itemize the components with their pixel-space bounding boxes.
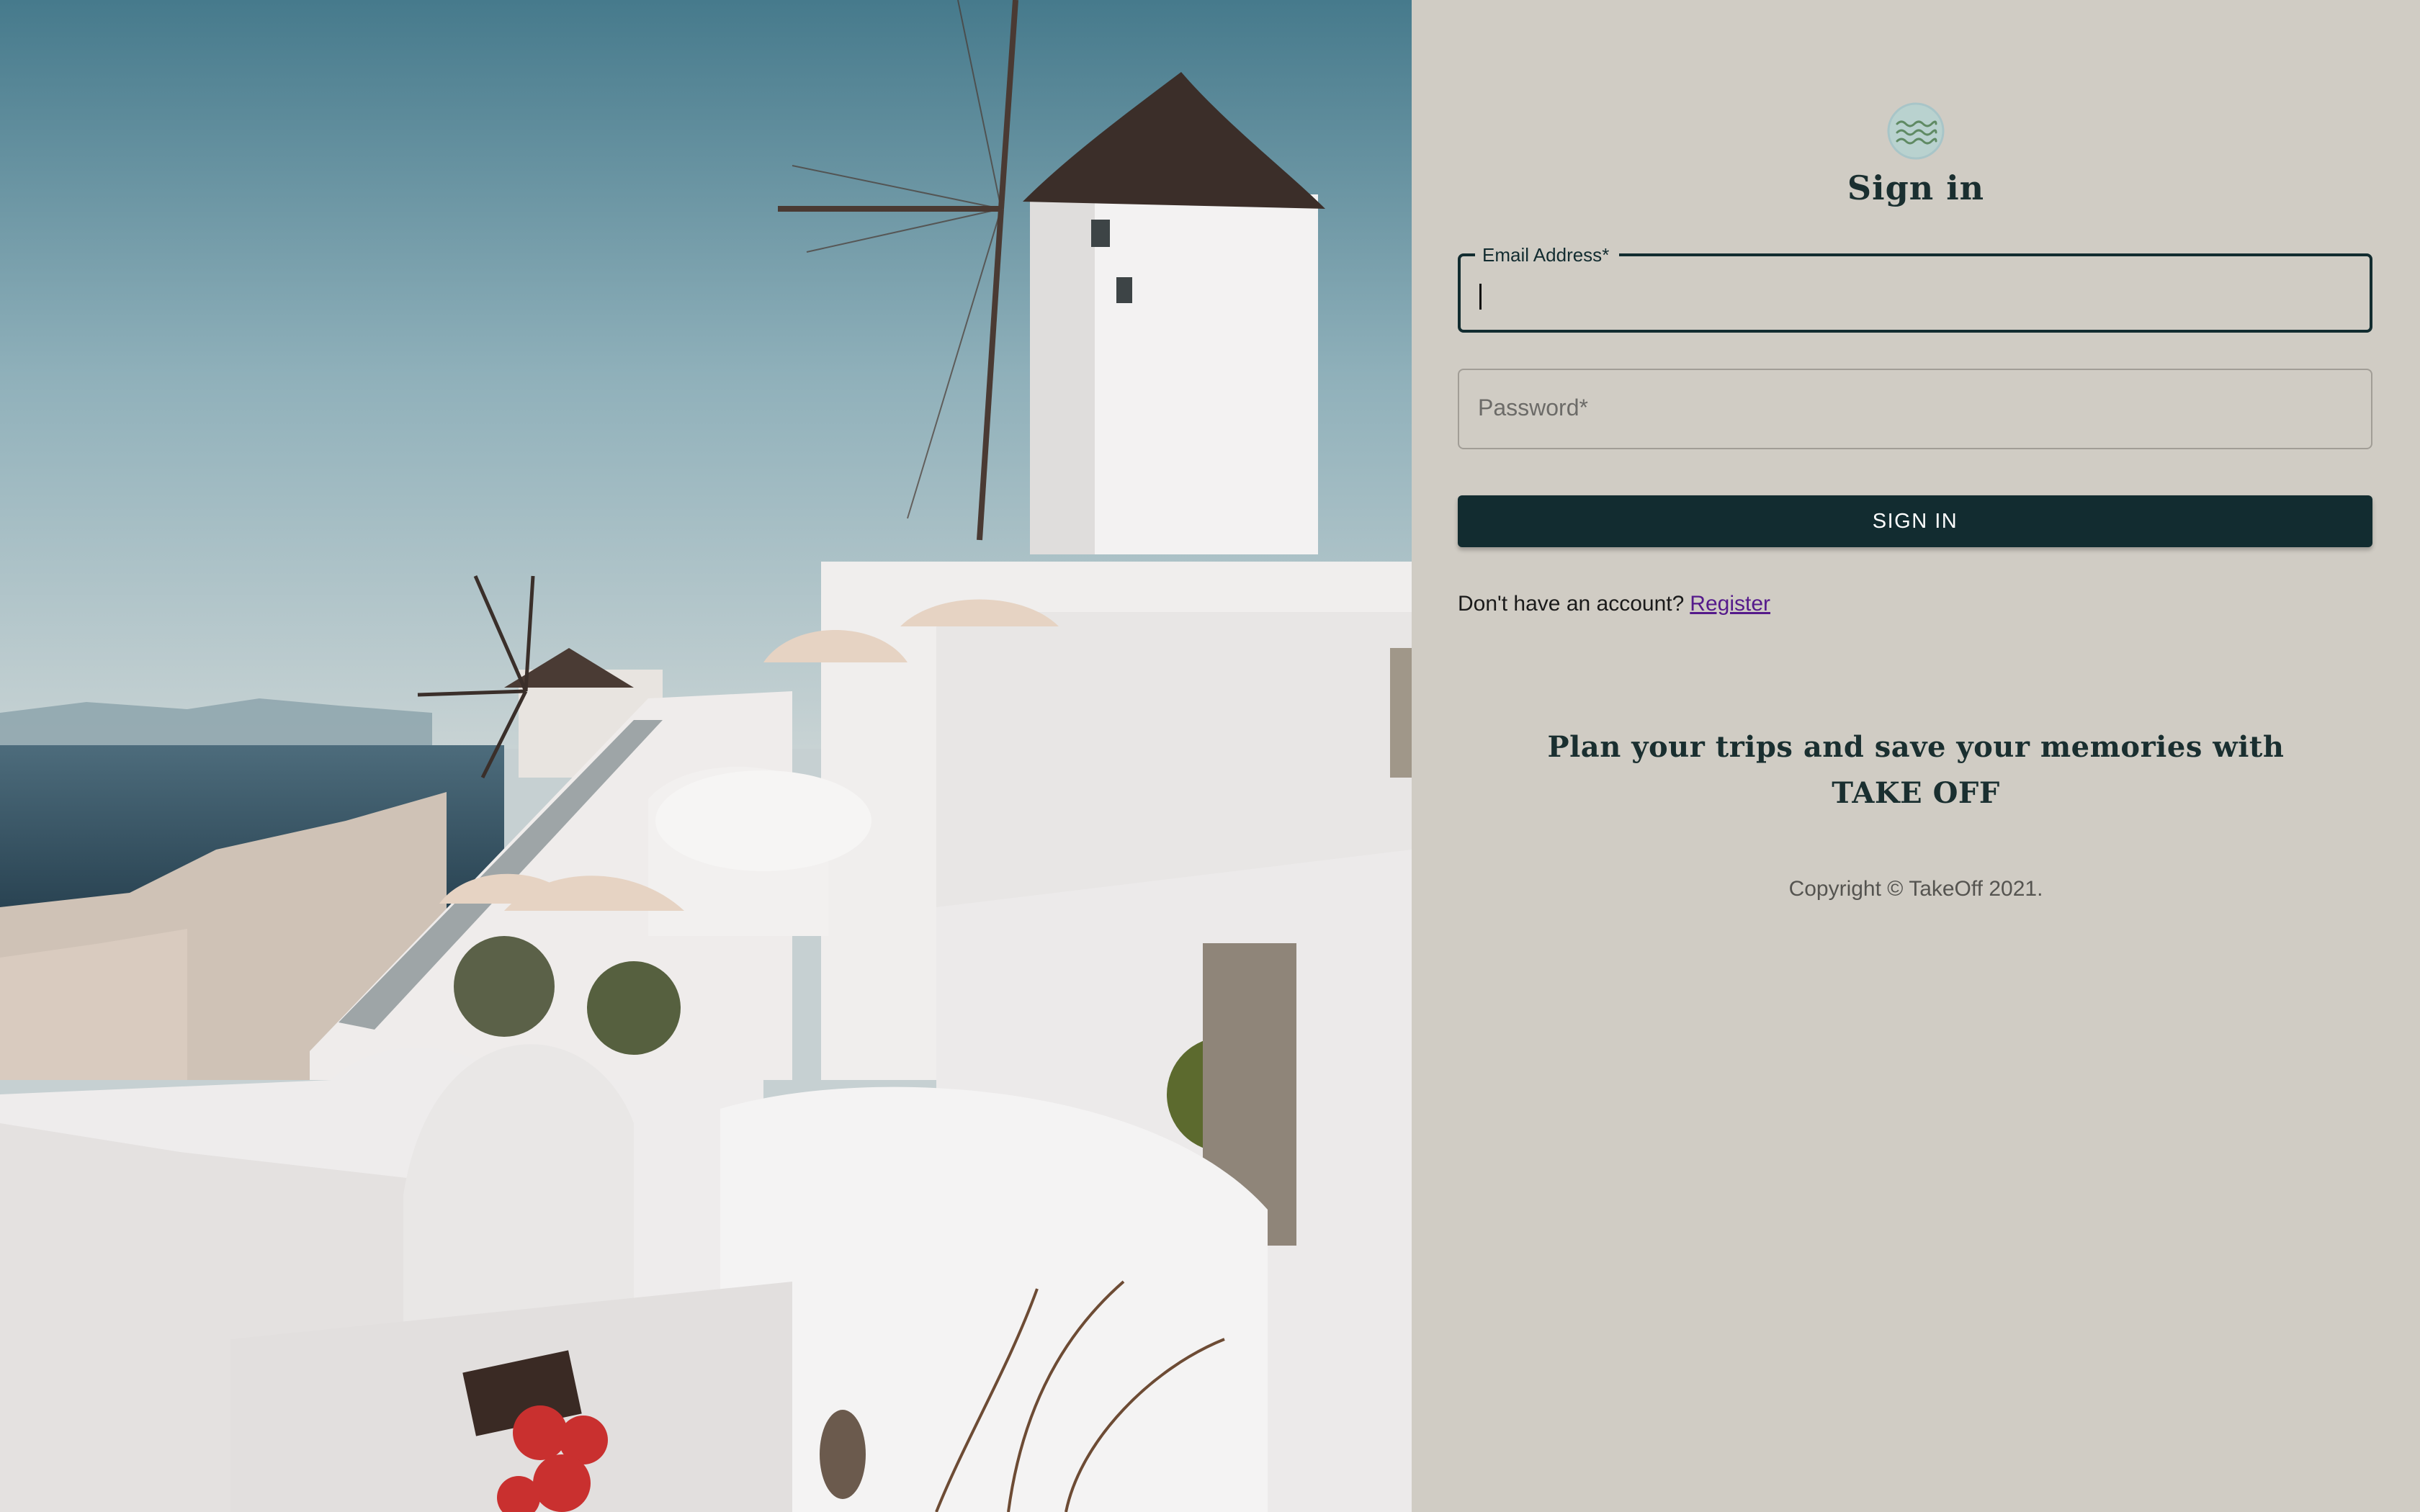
signin-panel: Sign in Email Address* Password* SIGN IN… [1412,0,2420,1512]
email-input[interactable] [1478,256,2352,330]
text-caret [1479,284,1482,310]
register-link[interactable]: Register [1690,592,1770,616]
register-prompt: Don't have an account? [1458,592,1685,616]
email-field[interactable]: Email Address* [1458,242,2372,333]
signin-button[interactable]: SIGN IN [1458,495,2372,547]
password-field[interactable]: Password* [1458,369,2372,449]
tagline-line-1: Plan your trips and save your memories w… [1547,730,2285,764]
hero-image [0,0,1412,1512]
copyright-text: Copyright © TakeOff 2021. [1788,877,2043,901]
password-input[interactable] [1476,370,2354,448]
signin-page: Sign in Email Address* Password* SIGN IN… [0,0,2420,1512]
tagline: Plan your trips and save your memories w… [1412,724,2420,816]
santorini-illustration [0,0,1412,1512]
page-title: Sign in [1847,168,1985,207]
register-row: Don't have an account? Register [1458,592,1770,616]
waves-logo-icon [1887,102,1945,160]
tagline-line-2: TAKE OFF [1832,776,2000,810]
